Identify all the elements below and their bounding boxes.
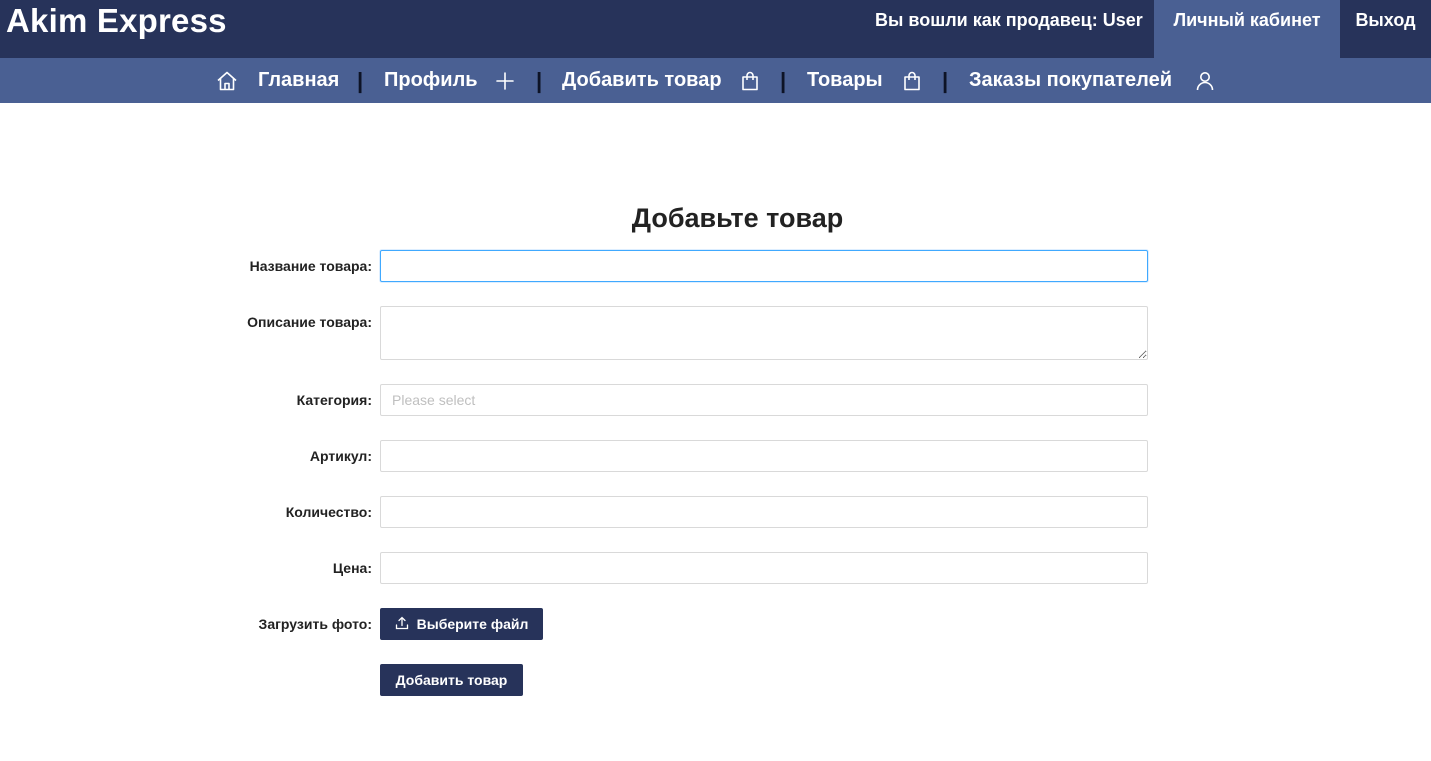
personal-cabinet-button[interactable]: Личный кабинет [1154,0,1340,58]
nav-separator: | [536,67,543,93]
quantity-label: Количество: [285,504,372,520]
nav-separator: | [357,67,364,93]
article-label: Артикул: [309,448,372,464]
nav-item-customer-orders[interactable]: Заказы покупателей [969,58,1172,103]
product-name-label: Название товара: [249,258,372,274]
upload-icon [395,616,409,633]
nav-item-profile[interactable]: Профиль [384,58,478,103]
logout-button[interactable]: Выход [1340,0,1431,58]
quantity-input[interactable] [380,496,1148,528]
home-icon[interactable] [216,58,238,103]
user-icon[interactable] [1196,58,1214,103]
shopping-bag-icon[interactable] [741,58,759,103]
category-label: Категория: [296,392,372,408]
product-name-input[interactable] [380,250,1148,282]
form-title: Добавьте товар [631,203,844,233]
price-label: Цена: [332,560,372,576]
nav-item-products[interactable]: Товары [807,58,883,103]
plus-icon[interactable] [495,58,515,103]
main-nav: Главная | Профиль | Добавить товар | Тов… [0,58,1431,103]
seller-info: Вы вошли как продавец: User [875,10,1143,30]
choose-file-label: Выберите файл [416,616,529,632]
nav-separator: | [780,67,787,93]
nav-item-add-product[interactable]: Добавить товар [562,58,722,103]
nav-item-home[interactable]: Главная [258,58,339,103]
price-input[interactable] [380,552,1148,584]
upload-photo-label: Загрузить фото: [258,616,372,632]
category-select[interactable]: Please select [380,384,1148,416]
add-product-submit-button[interactable]: Добавить товар [380,664,523,696]
shopping-bag-icon[interactable] [903,58,921,103]
product-description-label: Описание товара: [247,314,372,330]
article-input[interactable] [380,440,1148,472]
choose-file-button[interactable]: Выберите файл [380,608,543,640]
top-header: Akim Express Вы вошли как продавец: User… [0,0,1431,58]
nav-separator: | [942,67,949,93]
product-description-textarea[interactable] [380,306,1148,360]
brand-logo[interactable]: Akim Express [6,2,227,40]
